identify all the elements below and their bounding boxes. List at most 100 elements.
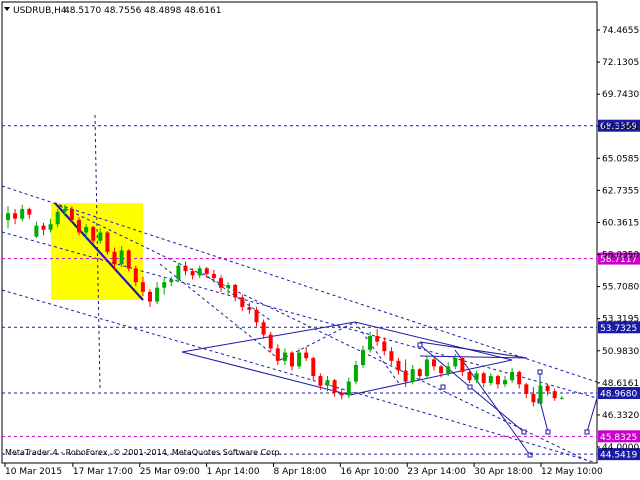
candle-body <box>375 336 380 342</box>
candle-body <box>325 380 330 386</box>
y-tick-label: 60.3615 <box>602 218 639 228</box>
projection-marker <box>440 384 446 390</box>
candle-body <box>446 366 451 374</box>
candle-body <box>112 251 117 265</box>
candle-body <box>510 371 515 381</box>
candle-body <box>410 369 415 382</box>
projection-marker <box>521 429 527 435</box>
y-tick-label: 69.7430 <box>602 90 639 100</box>
y-tick-label: 72.1305 <box>602 58 639 68</box>
candle-body <box>460 358 465 372</box>
candle-body <box>552 391 557 399</box>
candle-body <box>417 369 422 377</box>
candle-body <box>140 282 145 292</box>
candle-body <box>119 250 124 265</box>
candle-body <box>204 268 209 274</box>
candle-body <box>424 359 429 377</box>
candle-body <box>226 284 231 288</box>
candle-body <box>389 351 394 361</box>
candle-body <box>197 268 202 276</box>
x-tick-label: 30 Apr 18:00 <box>474 467 533 477</box>
candle-body <box>69 209 74 221</box>
candle-body <box>339 392 344 396</box>
x-tick-label: 1 Apr 14:00 <box>207 467 260 477</box>
y-tick-label: 50.9830 <box>602 347 639 357</box>
candle-body <box>211 273 216 279</box>
candle-body <box>13 213 18 219</box>
candle-body <box>432 359 436 367</box>
candle-body <box>155 287 160 302</box>
candle-body <box>346 381 351 396</box>
candle-body <box>176 265 181 280</box>
projection-marker <box>584 429 590 435</box>
level-label: 53.7325 <box>600 324 637 334</box>
x-tick-label: 16 Apr 10:00 <box>340 467 399 477</box>
candle-body <box>190 271 195 276</box>
candle-body <box>517 371 522 385</box>
projection-marker <box>527 452 533 458</box>
candle-body <box>495 376 500 385</box>
candle-body <box>20 209 25 219</box>
candle-body <box>297 352 302 367</box>
candle-body <box>361 349 365 366</box>
candle-body <box>282 352 287 361</box>
y-tick-label: 74.4655 <box>602 26 639 36</box>
chart-window: 68.3359 58.7117 53.7325 48.9680 45.8325 44.54… <box>0 0 640 480</box>
candle-body <box>474 373 479 381</box>
candle-body <box>453 358 458 367</box>
projection-marker <box>467 384 473 390</box>
candle-body <box>396 360 401 371</box>
candle-body <box>169 279 174 283</box>
candle-body <box>304 352 309 359</box>
level-label: 45.8325 <box>600 433 637 443</box>
candle-body <box>91 226 96 241</box>
candle-body <box>318 376 323 386</box>
candle-body <box>105 232 110 252</box>
candle-body <box>77 220 81 233</box>
y-tick-label: 55.7080 <box>602 283 639 293</box>
candle-body <box>290 352 294 367</box>
candle-body <box>538 385 543 403</box>
candle-body <box>268 334 273 349</box>
candle-body <box>531 393 536 403</box>
projection-marker <box>545 429 551 435</box>
chart-ohlc: 48.5170 48.7556 48.4898 48.6161 <box>64 6 221 16</box>
candle-body <box>403 370 408 382</box>
y-tick-label: 62.7355 <box>602 186 639 196</box>
candle-body <box>219 278 223 288</box>
candle-body <box>382 341 387 352</box>
candle-body <box>275 348 280 361</box>
candle-body <box>148 291 152 302</box>
candle-body <box>62 209 67 212</box>
candle-body <box>332 380 337 393</box>
candle-body <box>261 322 266 335</box>
level-label: 48.9680 <box>600 390 637 400</box>
candle-body <box>126 250 131 269</box>
candle-body <box>439 366 444 374</box>
candle-body <box>133 268 138 283</box>
y-tick-label: 65.0585 <box>602 154 639 164</box>
candle-body <box>311 358 316 377</box>
candle-body <box>48 224 53 230</box>
y-tick-label: 67.4161 <box>602 122 639 132</box>
candle-body <box>34 225 39 237</box>
candle-body <box>353 365 358 382</box>
candle-body <box>6 213 10 221</box>
candle-body <box>98 232 103 241</box>
x-tick-label: 10 Mar 2015 <box>5 467 62 477</box>
y-tick-label: 58.0350 <box>602 251 639 261</box>
candle-body <box>467 371 472 381</box>
candle-body <box>559 397 564 399</box>
projection-marker <box>417 342 423 348</box>
candle-body <box>481 373 486 383</box>
candle-body <box>27 209 32 215</box>
candle-body <box>183 265 188 272</box>
candle-body <box>503 380 507 385</box>
candle-body <box>84 226 89 233</box>
candle-body <box>254 309 259 323</box>
candle-body <box>41 225 46 230</box>
chart-symbol: USDRUB,H4 <box>13 6 67 16</box>
y-tick-label: 53.3195 <box>602 315 639 325</box>
x-tick-label: 12 May 10:00 <box>541 467 603 477</box>
candle-body <box>233 284 238 298</box>
